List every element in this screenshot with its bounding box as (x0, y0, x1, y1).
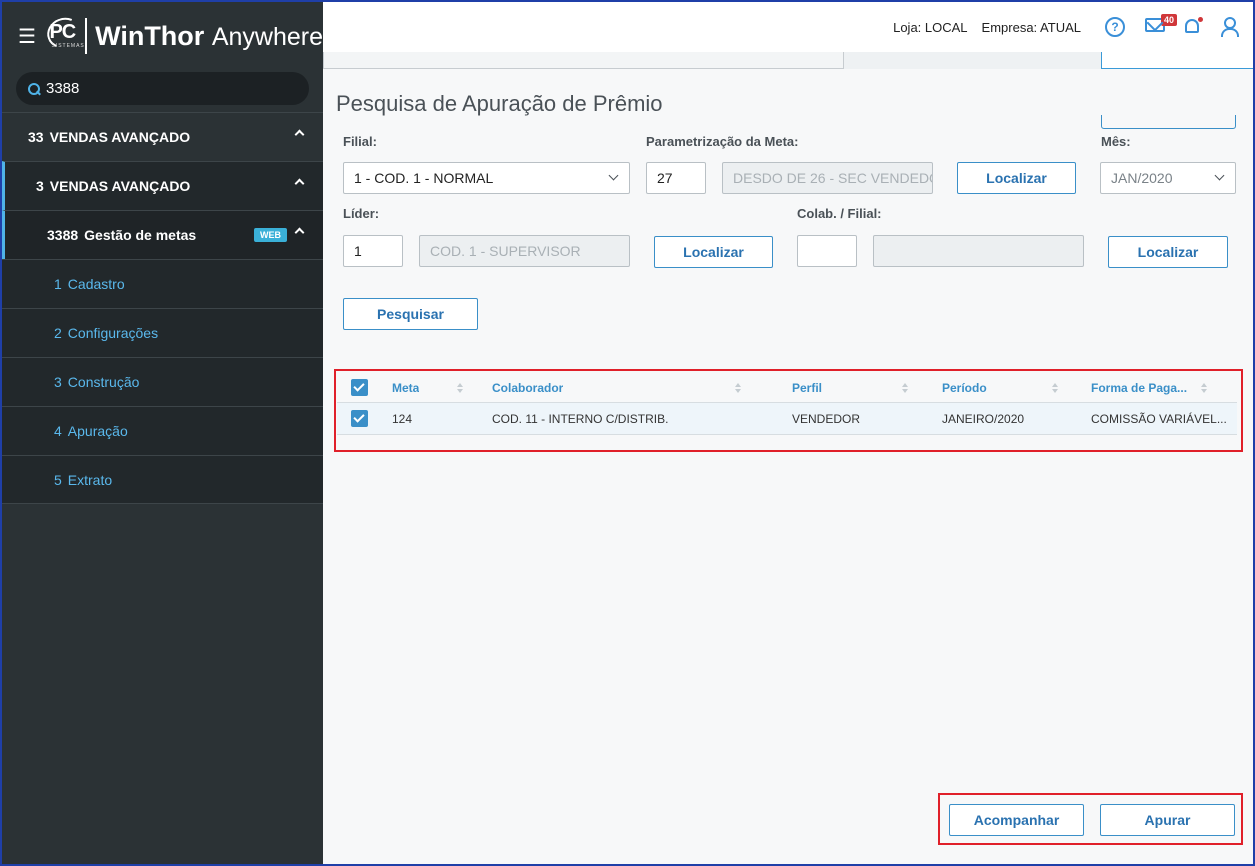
tab-strip (323, 52, 1253, 69)
main-content: Pesquisa de Apuração de Prêmio Filial: 1… (323, 69, 1253, 864)
item-number: 1 (54, 276, 62, 292)
sidebar-item-cadastro[interactable]: 1 Cadastro (2, 259, 323, 308)
bell-icon[interactable] (1185, 17, 1203, 33)
lider-label: Líder: (343, 206, 380, 221)
page-title: Pesquisa de Apuração de Prêmio (336, 91, 663, 116)
chevron-up-icon (294, 178, 305, 189)
item-number: 3388 (47, 227, 79, 243)
sidebar-item-extrato[interactable]: 5 Extrato (2, 455, 323, 504)
sidebar-item-33-vendas-avancado[interactable]: 33 VENDAS AVANÇADO (2, 112, 323, 161)
help-icon[interactable]: ? (1105, 17, 1125, 37)
user-icon[interactable] (1219, 17, 1239, 37)
filial-select-value: 1 - COD. 1 - NORMAL (354, 170, 494, 186)
item-number: 5 (54, 471, 62, 488)
grid-highlight-box (334, 369, 1243, 452)
menu-search-input[interactable] (46, 80, 286, 97)
sidebar-item-label: Gestão de metas (84, 227, 197, 243)
filial-label: Filial: (343, 134, 377, 149)
sidebar-item-apuracao[interactable]: 4 Apuração (2, 406, 323, 455)
sidebar-item-label: Extrato (67, 471, 113, 488)
parametrizacao-description-field: DESDO DE 26 - SEC VENDEDOR (722, 162, 933, 194)
search-icon (28, 82, 40, 95)
mail-count-badge: 40 (1161, 14, 1178, 26)
loja-label: Loja: LOCAL (893, 19, 968, 35)
hamburger-menu-icon[interactable]: ☰ (18, 24, 37, 49)
sidebar-item-3-vendas-avancado[interactable]: 3 VENDAS AVANÇADO (2, 161, 323, 210)
mail-icon[interactable]: 40 (1145, 14, 1178, 32)
empresa-label: Empresa: ATUAL (981, 19, 1081, 35)
sidebar: ☰ PC SISTEMAS WinThor Anywhere 33 VENDAS… (2, 2, 323, 864)
mes-label: Mês: (1101, 134, 1131, 149)
colab-description-field (873, 235, 1084, 267)
item-number: 4 (54, 423, 62, 439)
chevron-down-icon (608, 170, 619, 181)
sidebar-item-construcao[interactable]: 3 Construção (2, 357, 323, 406)
colab-code-input[interactable] (797, 235, 857, 267)
sidebar-header: ☰ PC SISTEMAS WinThor Anywhere (2, 2, 323, 70)
brand-title: WinThor Anywhere (95, 20, 323, 51)
mes-select-value: JAN/2020 (1111, 170, 1173, 186)
pesquisar-button[interactable]: Pesquisar (343, 298, 478, 330)
tab-previous[interactable] (323, 52, 844, 69)
localizar-lider-button[interactable]: Localizar (654, 236, 773, 268)
pc-sistemas-logo: PC SISTEMAS (43, 13, 86, 54)
mes-select[interactable]: JAN/2020 (1100, 162, 1236, 194)
top-bar-right: Loja: LOCAL Empresa: ATUAL ? 40 (893, 2, 1253, 52)
sidebar-item-label: Cadastro (67, 276, 125, 292)
sidebar-item-label: Apuração (67, 423, 128, 439)
item-number: 2 (54, 325, 62, 341)
actions-highlight-box (938, 793, 1243, 845)
notification-dot (1198, 17, 1203, 22)
sidebar-item-gestao-de-metas[interactable]: 3388 Gestão de metas WEB (2, 210, 323, 259)
localizar-colab-button[interactable]: Localizar (1108, 236, 1228, 268)
lider-description-field: COD. 1 - SUPERVISOR (419, 235, 630, 267)
chevron-up-icon (294, 129, 305, 140)
sidebar-item-label: VENDAS AVANÇADO (49, 129, 191, 145)
sidebar-item-label: Configurações (67, 325, 159, 341)
chevron-up-icon (294, 227, 305, 238)
sidebar-nav: 33 VENDAS AVANÇADO 3 VENDAS AVANÇADO 338… (2, 112, 323, 504)
sidebar-item-label: VENDAS AVANÇADO (49, 178, 191, 194)
localizar-parametrizacao-button[interactable]: Localizar (957, 162, 1076, 194)
tab-active[interactable] (1101, 52, 1253, 69)
item-number: 33 (28, 129, 44, 145)
parametrizacao-code-input[interactable]: 27 (646, 162, 706, 194)
colab-filial-label: Colab. / Filial: (797, 206, 882, 221)
logo-divider (85, 18, 88, 54)
sidebar-item-configuracoes[interactable]: 2 Configurações (2, 308, 323, 357)
mes-ghost-field (1101, 115, 1236, 129)
sidebar-item-label: Construção (67, 374, 140, 390)
item-number: 3 (54, 374, 62, 390)
parametrizacao-label: Parametrização da Meta: (646, 134, 799, 149)
filial-select[interactable]: 1 - COD. 1 - NORMAL (343, 162, 630, 194)
menu-search (16, 72, 309, 105)
web-badge: WEB (254, 228, 287, 242)
lider-code-input[interactable]: 1 (343, 235, 403, 267)
chevron-down-icon (1214, 170, 1225, 181)
top-bar: Loja: LOCAL Empresa: ATUAL ? 40 (323, 2, 1253, 52)
item-number: 3 (36, 178, 44, 194)
